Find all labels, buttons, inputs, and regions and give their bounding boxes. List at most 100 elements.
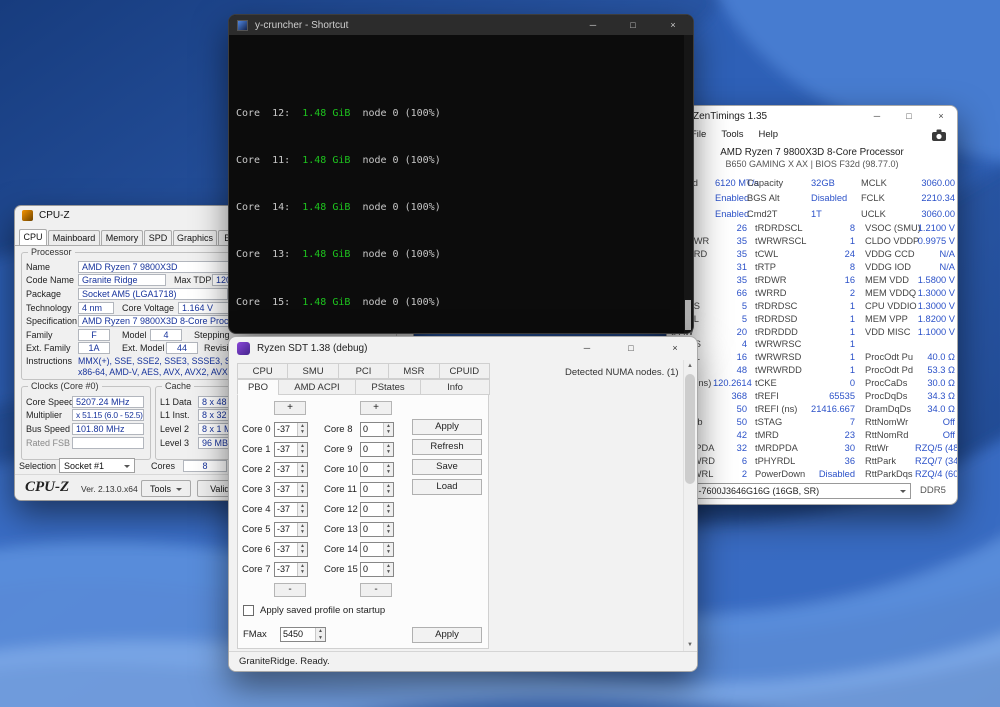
ext-family-label: Ext. Family (26, 343, 78, 353)
minimize-button[interactable]: ─ (565, 337, 609, 359)
core-offset-spinner[interactable]: 0 ▲▼ (360, 502, 394, 517)
scrollbar-thumb[interactable] (685, 300, 691, 330)
terminal-titlebar[interactable]: y-cruncher - Shortcut ─ □ × (229, 15, 693, 35)
tab-graphics[interactable]: Graphics (173, 230, 217, 245)
decrement-all-left-button[interactable]: - (274, 583, 306, 597)
tab-cpuid[interactable]: CPUID (439, 363, 490, 379)
tab-info[interactable]: Info (420, 379, 490, 395)
screenshot-button[interactable] (928, 127, 950, 142)
core-label: Core 10 (308, 464, 360, 475)
close-button[interactable]: × (653, 337, 697, 359)
spinner-down-icon[interactable]: ▼ (298, 469, 307, 476)
tab-pbo[interactable]: PBO (237, 379, 279, 395)
spinner-down-icon[interactable]: ▼ (298, 569, 307, 576)
save-button[interactable]: Save (412, 459, 482, 475)
board-bios-line: B650 GAMING X AX | BIOS F32d (98.77.0) (667, 159, 957, 171)
core-offset-spinner[interactable]: 0 ▲▼ (360, 422, 394, 437)
spinner-down-icon[interactable]: ▼ (298, 429, 307, 436)
tab-smu[interactable]: SMU (287, 363, 338, 379)
spinner-down-icon[interactable]: ▼ (384, 429, 393, 436)
core-offset-spinner[interactable]: 0 ▲▼ (360, 462, 394, 477)
close-button[interactable]: × (925, 106, 957, 126)
cpu-name-line: AMD Ryzen 7 9800X3D 8-Core Processor (667, 147, 957, 159)
dimm-select[interactable]: 2: F5-7600J3646G16G (16GB, SR) (673, 483, 911, 499)
core-offset-spinner[interactable]: -37 ▲▼ (274, 462, 308, 477)
timing-row: tMODPDA 32 tMRDPDA 30 RttWr RZQ/5 (48) (667, 442, 957, 455)
tab-memory[interactable]: Memory (101, 230, 143, 245)
spinner-down-icon[interactable]: ▼ (298, 489, 307, 496)
spinner-down-icon[interactable]: ▼ (298, 449, 307, 456)
checkbox-icon[interactable] (243, 605, 254, 616)
zentimings-window: ZenTimings 1.35 ─ □ × File Tools Help AM… (666, 105, 958, 505)
tab-msr[interactable]: MSR (388, 363, 439, 379)
core-speed-label: Core Speed (26, 397, 72, 407)
spinner-down-icon[interactable]: ▼ (384, 509, 393, 516)
spinner-down-icon[interactable]: ▼ (384, 489, 393, 496)
spinner-down-icon[interactable]: ▼ (384, 449, 393, 456)
scrollbar-thumb[interactable] (685, 374, 695, 484)
core-offset-spinner[interactable]: -37 ▲▼ (274, 482, 308, 497)
spinner-down-icon[interactable]: ▼ (384, 469, 393, 476)
core-offset-spinner[interactable]: -37 ▲▼ (274, 502, 308, 517)
spinner-down-icon[interactable]: ▼ (384, 529, 393, 536)
sdt-titlebar[interactable]: Ryzen SDT 1.38 (debug) ─ □ × (229, 337, 697, 359)
tab-mainboard[interactable]: Mainboard (48, 230, 100, 245)
tab-pstates[interactable]: PStates (355, 379, 421, 395)
core-offset-spinner[interactable]: -37 ▲▼ (274, 542, 308, 557)
menu-help[interactable]: Help (759, 129, 779, 140)
refresh-button[interactable]: Refresh (412, 439, 482, 455)
core-label: Core 12 (308, 504, 360, 515)
scroll-up-icon[interactable]: ▲ (684, 360, 696, 373)
zentimings-titlebar[interactable]: ZenTimings 1.35 ─ □ × (667, 106, 957, 126)
spinner-down-icon[interactable]: ▼ (316, 635, 325, 642)
socket-select[interactable]: Socket #1 (59, 458, 135, 473)
spinner-down-icon[interactable]: ▼ (298, 509, 307, 516)
tab-spd[interactable]: SPD (144, 230, 172, 245)
fmax-apply-button[interactable]: Apply (412, 627, 482, 643)
model-field: 4 (150, 329, 182, 341)
increment-all-left-button[interactable]: + (274, 401, 306, 415)
increment-all-right-button[interactable]: + (360, 401, 392, 415)
core-offset-spinner[interactable]: 0 ▲▼ (360, 442, 394, 457)
spinner-down-icon[interactable]: ▼ (298, 549, 307, 556)
tab-amd-acpi[interactable]: AMD ACPI (278, 379, 356, 395)
tab-pci[interactable]: PCI (338, 363, 389, 379)
timing-row: tRFC 368 tREFI 65535 ProcDqDs 34.3 Ω (667, 390, 957, 403)
minimize-button[interactable]: ─ (861, 106, 893, 126)
family-label: Family (26, 330, 78, 340)
spinner-down-icon[interactable]: ▼ (384, 569, 393, 576)
core-offset-spinner[interactable]: -37 ▲▼ (274, 522, 308, 537)
core-label: Core 3 (242, 484, 274, 495)
timing-row: tRRDS 5 tRDRDSC 1 CPU VDDIO 1.3000 V (667, 300, 957, 313)
apply-button[interactable]: Apply (412, 419, 482, 435)
terminal-scrollbar[interactable] (684, 35, 693, 333)
close-button[interactable]: × (653, 15, 693, 35)
core-label: Core 2 (242, 464, 274, 475)
spinner-down-icon[interactable]: ▼ (384, 549, 393, 556)
rated-fsb-field (72, 437, 144, 449)
cpuz-tab-strip: CPU Mainboard Memory SPD Graphics Bench (19, 227, 257, 245)
core-label: Core 13 (308, 524, 360, 535)
core-offset-spinner[interactable]: -37 ▲▼ (274, 422, 308, 437)
tab-cpu[interactable]: CPU (19, 229, 47, 245)
menu-tools[interactable]: Tools (721, 129, 743, 140)
load-button[interactable]: Load (412, 479, 482, 495)
core-offset-spinner[interactable]: 0 ▲▼ (360, 562, 394, 577)
startup-profile-checkbox[interactable]: Apply saved profile on startup (243, 605, 385, 616)
core-offset-spinner[interactable]: 0 ▲▼ (360, 522, 394, 537)
core-offset-spinner[interactable]: -37 ▲▼ (274, 562, 308, 577)
spinner-down-icon[interactable]: ▼ (298, 529, 307, 536)
maximize-button[interactable]: □ (893, 106, 925, 126)
tools-button[interactable]: Tools (141, 480, 191, 497)
maximize-button[interactable]: □ (613, 15, 653, 35)
minimize-button[interactable]: ─ (573, 15, 613, 35)
core-offset-spinner[interactable]: 0 ▲▼ (360, 542, 394, 557)
fmax-spinner[interactable]: 5450 ▲▼ (280, 627, 326, 642)
sdt-scrollbar[interactable]: ▲ ▼ (683, 360, 696, 652)
maximize-button[interactable]: □ (609, 337, 653, 359)
core-offset-spinner[interactable]: -37 ▲▼ (274, 442, 308, 457)
core-offset-spinner[interactable]: 0 ▲▼ (360, 482, 394, 497)
cache-legend: Cache (162, 381, 194, 391)
decrement-all-right-button[interactable]: - (360, 583, 392, 597)
tab-cpu[interactable]: CPU (237, 363, 288, 379)
